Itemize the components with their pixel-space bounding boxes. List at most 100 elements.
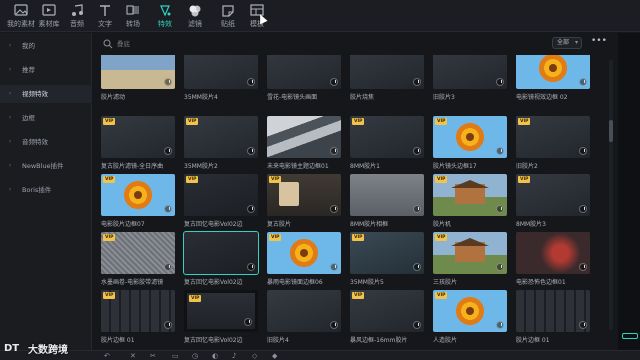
effect-card[interactable]: 雪花-电影镜头画面 bbox=[267, 55, 341, 101]
effect-thumbnail[interactable]: VIP bbox=[267, 232, 341, 274]
effect-thumbnail[interactable]: VIP bbox=[101, 290, 175, 332]
effect-thumbnail[interactable]: VIP bbox=[433, 116, 507, 158]
effect-thumbnail[interactable]: VIP bbox=[184, 174, 258, 216]
download-icon[interactable] bbox=[164, 205, 172, 213]
effect-card[interactable]: 8MM胶片相框 bbox=[350, 174, 424, 228]
keyframe-icon[interactable]: ◆ bbox=[272, 352, 277, 360]
download-icon[interactable] bbox=[247, 263, 255, 271]
download-icon[interactable] bbox=[247, 78, 255, 86]
download-icon[interactable] bbox=[330, 263, 338, 271]
effect-thumbnail[interactable] bbox=[350, 174, 424, 216]
download-icon[interactable] bbox=[330, 147, 338, 155]
effect-thumbnail[interactable]: VIP bbox=[101, 232, 175, 274]
download-icon[interactable] bbox=[579, 78, 587, 86]
download-icon[interactable] bbox=[413, 205, 421, 213]
effect-thumbnail[interactable]: VIP bbox=[433, 174, 507, 216]
effect-thumbnail[interactable]: VIP bbox=[350, 232, 424, 274]
sidebar-item-3[interactable]: › 边框 bbox=[0, 109, 92, 127]
download-icon[interactable] bbox=[496, 205, 504, 213]
download-icon[interactable] bbox=[496, 147, 504, 155]
download-icon[interactable] bbox=[164, 321, 172, 329]
effect-card[interactable]: 胶片滤动 bbox=[101, 55, 175, 101]
effect-card[interactable]: VIP 水墨画卷-电影胶带滤镜 bbox=[101, 232, 175, 286]
toolbar-tab-4[interactable]: 转场 bbox=[116, 3, 150, 31]
effect-card[interactable]: 35MM胶片4 bbox=[184, 55, 258, 101]
effect-card[interactable]: 旧胶片4 bbox=[267, 290, 341, 344]
download-icon[interactable] bbox=[413, 263, 421, 271]
effect-card[interactable]: VIP 35MM胶片5 bbox=[350, 232, 424, 286]
effect-thumbnail[interactable]: VIP bbox=[184, 116, 258, 158]
effect-thumbnail[interactable] bbox=[516, 232, 590, 274]
effect-thumbnail[interactable] bbox=[101, 55, 175, 89]
download-icon[interactable] bbox=[330, 321, 338, 329]
download-icon[interactable] bbox=[330, 205, 338, 213]
download-icon[interactable] bbox=[247, 205, 255, 213]
effect-thumbnail[interactable] bbox=[433, 55, 507, 89]
effect-card[interactable]: 旧胶片3 bbox=[433, 55, 507, 101]
download-icon[interactable] bbox=[247, 147, 255, 155]
search-bar[interactable] bbox=[99, 37, 539, 51]
effect-card[interactable]: VIP 人造胶片 bbox=[433, 290, 507, 344]
effect-thumbnail[interactable]: VIP bbox=[433, 232, 507, 274]
download-icon[interactable] bbox=[330, 78, 338, 86]
effect-thumbnail[interactable] bbox=[183, 231, 259, 275]
effect-card[interactable]: VIP 35MM胶片2 bbox=[184, 116, 258, 170]
download-icon[interactable] bbox=[413, 78, 421, 86]
effect-thumbnail[interactable] bbox=[267, 55, 341, 89]
effect-thumbnail[interactable]: VIP bbox=[516, 116, 590, 158]
download-icon[interactable] bbox=[496, 78, 504, 86]
sidebar-item-4[interactable]: › 音频特效 bbox=[0, 133, 92, 151]
effect-thumbnail[interactable] bbox=[350, 55, 424, 89]
toolbar-tab-6[interactable]: 滤镜 bbox=[178, 3, 212, 31]
effect-card[interactable]: VIP 8MM胶片3 bbox=[516, 174, 590, 228]
effect-thumbnail[interactable]: VIP bbox=[516, 174, 590, 216]
effect-card[interactable]: VIP 胶片机 bbox=[433, 174, 507, 228]
search-input[interactable] bbox=[117, 37, 317, 51]
effect-card[interactable]: VIP 电影胶片边框07 bbox=[101, 174, 175, 228]
download-icon[interactable] bbox=[579, 321, 587, 329]
download-icon[interactable] bbox=[244, 318, 252, 326]
effect-thumbnail[interactable] bbox=[516, 290, 590, 332]
effect-thumbnail[interactable]: VIP bbox=[184, 290, 258, 332]
download-icon[interactable] bbox=[164, 147, 172, 155]
download-icon[interactable] bbox=[164, 263, 172, 271]
effect-thumbnail[interactable]: VIP bbox=[350, 290, 424, 332]
color-icon[interactable]: ◐ bbox=[212, 352, 218, 360]
effect-card[interactable]: 胶片边框 01 bbox=[516, 290, 590, 344]
sidebar-item-2[interactable]: › 视频特效 bbox=[0, 85, 92, 103]
download-icon[interactable] bbox=[413, 147, 421, 155]
effect-thumbnail[interactable]: VIP bbox=[433, 290, 507, 332]
effect-card[interactable]: VIP 三孩胶片 bbox=[433, 232, 507, 286]
effect-card[interactable]: VIP 胶片镜头边框17 bbox=[433, 116, 507, 170]
effect-thumbnail[interactable] bbox=[184, 55, 258, 89]
sidebar-item-0[interactable]: › 我的 bbox=[0, 37, 92, 55]
effect-card[interactable]: VIP 旧胶片2 bbox=[516, 116, 590, 170]
effect-thumbnail[interactable] bbox=[516, 55, 590, 89]
download-icon[interactable] bbox=[164, 78, 172, 86]
effect-thumbnail[interactable]: VIP bbox=[101, 116, 175, 158]
sidebar-item-6[interactable]: › Boris插件 bbox=[0, 181, 92, 199]
download-icon[interactable] bbox=[579, 205, 587, 213]
download-icon[interactable] bbox=[413, 321, 421, 329]
effect-card[interactable]: VIP 暴雨电影镜面边框06 bbox=[267, 232, 341, 286]
mask-icon[interactable]: ◇ bbox=[252, 352, 257, 360]
effect-card[interactable]: VIP 复古回忆电影Vol02边 bbox=[184, 290, 258, 344]
sidebar-item-1[interactable]: › 推荐 bbox=[0, 61, 92, 79]
effect-card[interactable]: 未来电影镜主题边框01 bbox=[267, 116, 341, 170]
download-icon[interactable] bbox=[579, 263, 587, 271]
sidebar-item-5[interactable]: › NewBlue插件 bbox=[0, 157, 92, 175]
filter-dropdown[interactable]: 全部 ▾ bbox=[552, 37, 582, 49]
effect-thumbnail[interactable] bbox=[267, 290, 341, 332]
effect-card[interactable]: VIP 复古回忆电影Vol02边 bbox=[184, 174, 258, 228]
speed-icon[interactable]: ◷ bbox=[192, 352, 198, 360]
cut-icon[interactable]: ✂ bbox=[150, 352, 156, 360]
effect-card[interactable]: 复古回忆电影Vol02边 bbox=[183, 231, 259, 286]
effect-card[interactable]: VIP 复古胶片滤镜-全日序曲 bbox=[101, 116, 175, 170]
toolbar-tab-5[interactable]: 特效 bbox=[148, 3, 182, 31]
effect-card[interactable]: VIP 胶片边框 01 bbox=[101, 290, 175, 344]
effect-thumbnail[interactable]: VIP bbox=[101, 174, 175, 216]
effect-thumbnail[interactable]: VIP bbox=[350, 116, 424, 158]
scrollbar[interactable] bbox=[609, 60, 613, 330]
undo-icon[interactable]: ↶ bbox=[104, 352, 110, 360]
download-icon[interactable] bbox=[496, 321, 504, 329]
